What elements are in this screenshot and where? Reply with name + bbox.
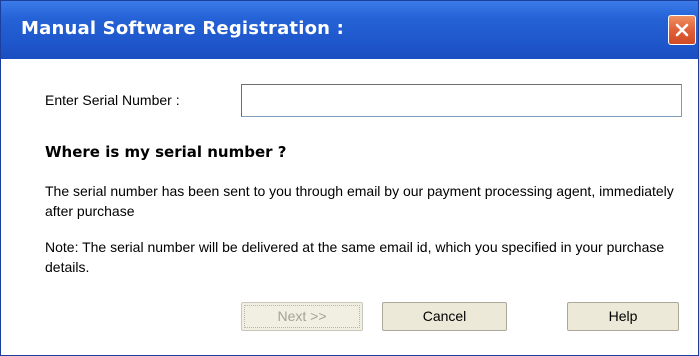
close-button[interactable]	[668, 15, 696, 45]
dialog-body: Enter Serial Number : Where is my serial…	[1, 59, 698, 355]
serial-note-text: Note: The serial number will be delivere…	[45, 239, 665, 275]
cancel-button-label: Cancel	[422, 308, 467, 324]
serial-help-heading: Where is my serial number ?	[45, 143, 287, 161]
cancel-button[interactable]: Cancel	[382, 302, 507, 331]
next-button-focus-rect	[244, 305, 360, 328]
next-button[interactable]: Next >>	[241, 302, 363, 331]
close-icon	[675, 23, 689, 37]
serial-number-input[interactable]	[241, 84, 682, 117]
registration-dialog: Manual Software Registration : Enter Ser…	[0, 0, 699, 356]
dialog-title: Manual Software Registration :	[21, 18, 345, 39]
serial-info-text: The serial number has been sent to you t…	[45, 183, 674, 219]
serial-number-label: Enter Serial Number :	[45, 92, 180, 108]
help-button-label: Help	[608, 308, 638, 324]
title-bar[interactable]: Manual Software Registration :	[1, 1, 698, 59]
help-button[interactable]: Help	[567, 302, 679, 331]
